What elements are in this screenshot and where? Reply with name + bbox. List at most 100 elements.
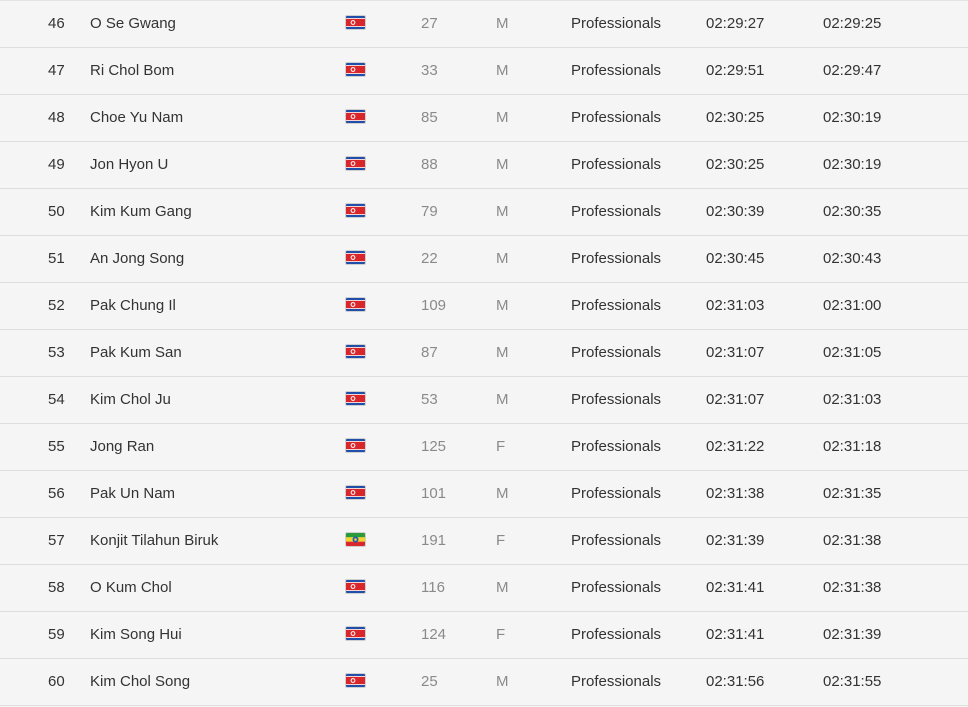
table-row[interactable]: 54 Kim Chol Ju 53 M Professionals 02:31:… [0,377,968,424]
north-korea-flag-icon [346,392,365,405]
table-row[interactable]: 51 An Jong Song 22 M Professionals 02:30… [0,236,968,283]
nationality-cell [346,1,366,47]
gun-time-cell: 02:29:27 [706,15,765,32]
gun-time-cell: 02:31:56 [706,673,765,690]
sex-cell: M [496,62,509,79]
gun-time-cell: 02:30:25 [706,156,765,173]
place-cell: 47 [48,62,65,79]
north-korea-flag-icon [346,345,365,358]
bib-cell: 25 [421,673,438,690]
gun-time-cell: 02:29:51 [706,62,765,79]
table-row[interactable]: 56 Pak Un Nam 101 M Professionals 02:31:… [0,471,968,518]
bib-cell: 85 [421,109,438,126]
net-time-cell: 02:30:19 [823,156,882,173]
sex-cell: F [496,438,506,455]
sex-cell: M [496,344,509,361]
north-korea-flag-icon [346,674,365,687]
place-cell: 58 [48,579,65,596]
category-cell: Professionals [571,391,662,408]
table-row[interactable]: 47 Ri Chol Bom 33 M Professionals 02:29:… [0,48,968,95]
nationality-cell [346,142,366,188]
runner-name-cell: Jong Ran [90,438,155,455]
bib-cell: 125 [421,438,447,455]
bib-cell: 116 [421,579,445,596]
runner-name-cell: Kim Kum Gang [90,203,192,220]
table-row[interactable]: 46 O Se Gwang 27 M Professionals 02:29:2… [0,1,968,48]
category-cell: Professionals [571,579,662,596]
runner-name-cell: Jon Hyon U [90,156,169,173]
results-table: 46 O Se Gwang 27 M Professionals 02:29:2… [0,0,968,707]
place-cell: 53 [48,344,65,361]
sex-cell: M [496,579,509,596]
category-cell: Professionals [571,532,662,549]
net-time-cell: 02:31:38 [823,532,882,549]
gun-time-cell: 02:30:45 [706,250,765,267]
runner-name-cell: Pak Kum San [90,344,182,361]
nationality-cell [346,471,366,517]
north-korea-flag-icon [346,63,365,76]
gun-time-cell: 02:31:39 [706,532,765,549]
category-cell: Professionals [571,250,662,267]
category-cell: Professionals [571,626,662,643]
gun-time-cell: 02:31:03 [706,297,765,314]
bib-cell: 53 [421,391,438,408]
place-cell: 51 [48,250,65,267]
runner-name-cell: Pak Chung Il [90,297,176,314]
runner-name-cell: Ri Chol Bom [90,62,175,79]
table-row[interactable]: 52 Pak Chung Il 109 M Professionals 02:3… [0,283,968,330]
place-cell: 52 [48,297,65,314]
sex-cell: M [496,156,509,173]
category-cell: Professionals [571,109,662,126]
net-time-cell: 02:31:55 [823,673,882,690]
category-cell: Professionals [571,203,662,220]
north-korea-flag-icon [346,486,365,499]
net-time-cell: 02:30:35 [823,203,882,220]
sex-cell: M [496,203,509,220]
gun-time-cell: 02:31:41 [706,579,765,596]
bib-cell: 124 [421,626,447,643]
bib-cell: 27 [421,15,438,32]
sex-cell: M [496,485,509,502]
table-row[interactable]: 55 Jong Ran 125 F Professionals 02:31:22… [0,424,968,471]
runner-name-cell: Choe Yu Nam [90,109,184,126]
place-cell: 60 [48,673,65,690]
sex-cell: M [496,297,509,314]
north-korea-flag-icon [346,627,365,640]
gun-time-cell: 02:30:39 [706,203,765,220]
category-cell: Professionals [571,156,662,173]
net-time-cell: 02:30:19 [823,109,882,126]
runner-name-cell: Kim Chol Ju [90,391,171,408]
net-time-cell: 02:29:47 [823,62,882,79]
runner-name-cell: An Jong Song [90,250,185,267]
place-cell: 54 [48,391,65,408]
table-row[interactable]: 58 O Kum Chol 116 M Professionals 02:31:… [0,565,968,612]
table-row[interactable]: 50 Kim Kum Gang 79 M Professionals 02:30… [0,189,968,236]
net-time-cell: 02:31:35 [823,485,882,502]
bib-cell: 79 [421,203,438,220]
runner-name-cell: O Kum Chol [90,579,172,596]
place-cell: 46 [48,15,65,32]
nationality-cell [346,612,366,658]
gun-time-cell: 02:30:25 [706,109,765,126]
gun-time-cell: 02:31:22 [706,438,765,455]
place-cell: 57 [48,532,65,549]
net-time-cell: 02:29:25 [823,15,882,32]
category-cell: Professionals [571,438,662,455]
bib-cell: 88 [421,156,438,173]
sex-cell: M [496,673,509,690]
sex-cell: F [496,532,506,549]
north-korea-flag-icon [346,580,365,593]
net-time-cell: 02:31:38 [823,579,882,596]
table-row[interactable]: 59 Kim Song Hui 124 F Professionals 02:3… [0,612,968,659]
table-row[interactable]: 49 Jon Hyon U 88 M Professionals 02:30:2… [0,142,968,189]
place-cell: 50 [48,203,65,220]
net-time-cell: 02:31:00 [823,297,882,314]
nationality-cell [346,377,366,423]
sex-cell: F [496,626,506,643]
table-row[interactable]: 57 Konjit Tilahun Biruk 191 F Profession… [0,518,968,565]
table-row[interactable]: 53 Pak Kum San 87 M Professionals 02:31:… [0,330,968,377]
sex-cell: M [496,109,509,126]
table-row[interactable]: 60 Kim Chol Song 25 M Professionals 02:3… [0,659,968,706]
table-row[interactable]: 48 Choe Yu Nam 85 M Professionals 02:30:… [0,95,968,142]
nationality-cell [346,518,366,564]
